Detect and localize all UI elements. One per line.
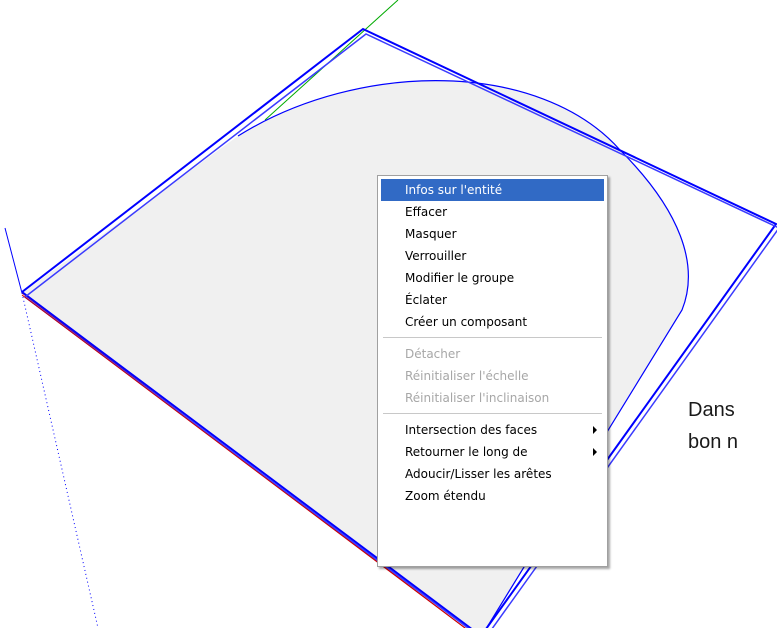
menu-item-eclater[interactable]: Éclater <box>381 289 604 311</box>
menu-item-label: Infos sur l'entité <box>405 183 503 197</box>
menu-item-intersection-des-faces[interactable]: Intersection des faces <box>381 419 604 441</box>
menu-item-label: Masquer <box>405 227 457 241</box>
menu-item-verrouiller[interactable]: Verrouiller <box>381 245 604 267</box>
menu-item-adoucir-lisser-les-aretes[interactable]: Adoucir/Lisser les arêtes <box>381 463 604 485</box>
menu-item-infos-sur-l-entite[interactable]: Infos sur l'entité <box>381 179 604 201</box>
menu-separator <box>383 337 602 338</box>
menu-separator <box>383 413 602 414</box>
submenu-arrow-icon <box>593 448 597 456</box>
side-text-line-1: Dans <box>688 399 735 421</box>
menu-item-label: Verrouiller <box>405 249 467 263</box>
context-menu: Infos sur l'entité Effacer Masquer Verrouil… <box>377 175 608 567</box>
menu-item-masquer[interactable]: Masquer <box>381 223 604 245</box>
menu-item-label: Intersection des faces <box>405 423 538 437</box>
menu-item-modifier-le-groupe[interactable]: Modifier le groupe <box>381 267 604 289</box>
submenu-arrow-icon <box>593 426 597 434</box>
menu-item-label: Créer un composant <box>405 315 528 329</box>
menu-item-label: Effacer <box>405 205 448 219</box>
menu-item-zoom-etendu[interactable]: Zoom étendu <box>381 485 604 507</box>
menu-item-label: Modifier le groupe <box>405 271 515 285</box>
menu-item-label: Réinitialiser l'inclinaison <box>405 391 550 405</box>
menu-item-detacher: Détacher <box>381 343 604 365</box>
menu-item-label: Réinitialiser l'échelle <box>405 369 529 383</box>
menu-item-reinitialiser-l-echelle: Réinitialiser l'échelle <box>381 365 604 387</box>
side-text-line-2: bon n <box>688 431 739 453</box>
menu-item-label: Retourner le long de <box>405 445 528 459</box>
menu-item-reinitialiser-l-inclinaison: Réinitialiser l'inclinaison <box>381 387 604 409</box>
menu-item-label: Détacher <box>405 347 461 361</box>
menu-item-label: Zoom étendu <box>405 489 486 503</box>
menu-item-label: Adoucir/Lisser les arêtes <box>405 467 552 481</box>
menu-item-effacer[interactable]: Effacer <box>381 201 604 223</box>
menu-item-retourner-le-long-de[interactable]: Retourner le long de <box>381 441 604 463</box>
side-text: Dans bon n <box>688 394 738 458</box>
menu-item-label: Éclater <box>405 293 447 307</box>
menu-item-creer-un-composant[interactable]: Créer un composant <box>381 311 604 333</box>
blue-axis <box>4 227 23 294</box>
